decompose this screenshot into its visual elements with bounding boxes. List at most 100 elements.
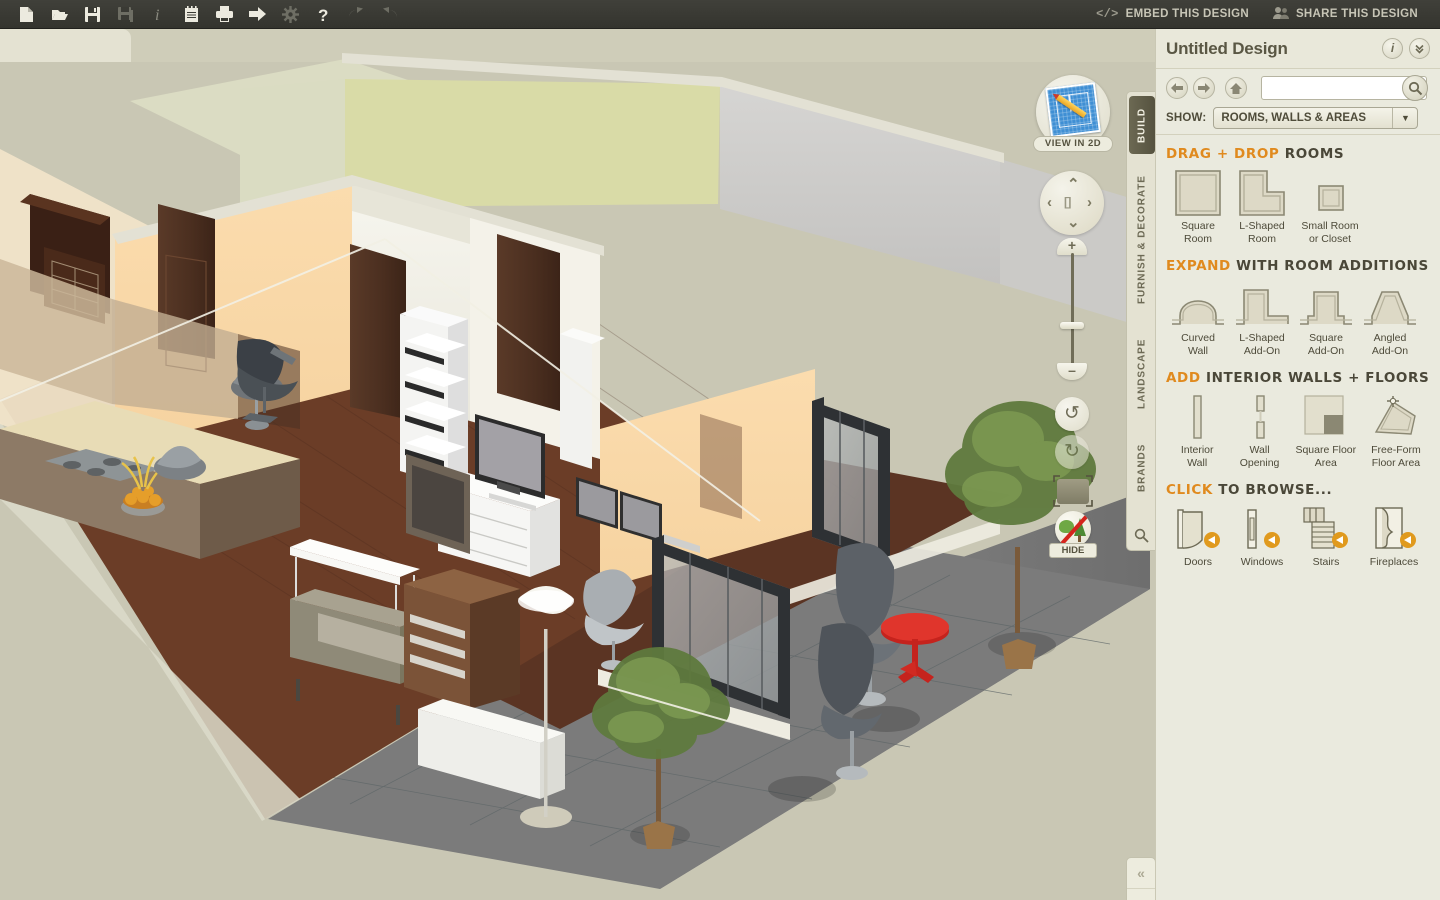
notes-icon[interactable] [175, 0, 208, 29]
rail-item-brands[interactable]: BRANDS [1129, 432, 1155, 504]
l-shaped-add-on-icon [1230, 282, 1294, 328]
info-icon[interactable]: i [142, 0, 175, 29]
settings-gear-icon[interactable] [274, 0, 307, 29]
stairs-icon [1294, 506, 1358, 552]
rail-item-build[interactable]: BUILD [1129, 96, 1155, 154]
tool-free-form-floor-area[interactable]: Free-Form Floor Area [1361, 394, 1431, 470]
tool-curved-wall[interactable]: Curved Wall [1166, 282, 1230, 358]
tool-caption-line1: Interior [1180, 444, 1214, 456]
panel-header-buttons: i [1382, 38, 1430, 59]
help-icon[interactable]: ? [307, 0, 340, 29]
tool-square-add-on[interactable]: Square Add-On [1294, 282, 1358, 358]
section-rest: INTERIOR WALLS + FLOORS [1205, 370, 1430, 386]
tool-caption-line1: Square [1309, 332, 1343, 344]
square-floor-area-icon [1291, 394, 1361, 440]
save-icon[interactable] [76, 0, 109, 29]
tool-caption-line1: Stairs [1312, 556, 1340, 568]
toolbar-icon-group: i ? [0, 0, 406, 29]
tool-caption-line1: Curved [1181, 332, 1215, 344]
embed-this-design-button[interactable]: </> EMBED THIS DESIGN [1084, 0, 1261, 29]
tool-wall-opening[interactable]: Wall Opening [1228, 394, 1290, 470]
new-document-icon[interactable] [10, 0, 43, 29]
tool-caption-line1: Windows [1240, 556, 1284, 568]
section-accent: DRAG + DROP [1166, 146, 1280, 162]
tool-l-shaped-add-on[interactable]: L-Shaped Add-On [1230, 282, 1294, 358]
design-title: Untitled Design [1166, 38, 1288, 58]
tool-caption-line2: Room [1247, 233, 1276, 245]
search-button[interactable] [1402, 75, 1428, 101]
zoom-handle[interactable] [1060, 322, 1084, 329]
print-icon[interactable] [208, 0, 241, 29]
snapshot-button[interactable] [1053, 475, 1093, 507]
open-folder-icon[interactable] [43, 0, 76, 29]
show-select[interactable]: ROOMS, WALLS & AREAS ▼ [1213, 107, 1419, 129]
view-in-2d-label[interactable]: VIEW IN 2D [1033, 136, 1113, 152]
rail-item-furnish-decorate[interactable]: FURNISH & DECORATE [1129, 164, 1155, 316]
top-toolbar: i ? </> EMBED THIS DESIGN SHARE THIS DES… [0, 0, 1440, 29]
rotate-left-button[interactable]: ↺ [1055, 397, 1089, 431]
nav-back-button[interactable] [1166, 77, 1188, 99]
zoom-out-button[interactable]: – [1057, 363, 1087, 380]
chevron-down-icon[interactable]: ▼ [1392, 108, 1417, 128]
tool-fireplaces[interactable]: Fireplaces [1358, 506, 1430, 569]
square-room-icon [1166, 170, 1230, 216]
tool-caption-line2: Area [1314, 457, 1337, 469]
tool-caption-line2: Wall [1187, 457, 1208, 469]
show-filter-row: SHOW: ROOMS, WALLS & AREAS ▼ [1166, 107, 1419, 129]
tool-small-room-or-closet[interactable]: Small Room or Closet [1294, 170, 1366, 246]
share-this-design-button[interactable]: SHARE THIS DESIGN [1261, 0, 1430, 29]
collapse-left-button[interactable]: « [1127, 858, 1155, 889]
tool-interior-wall[interactable]: Interior Wall [1166, 394, 1228, 470]
recenter-button[interactable]: [ ] [1064, 195, 1071, 209]
rail-item-landscape[interactable]: LANDSCAPE [1129, 324, 1155, 424]
section-items: Interior Wall Wall Opening Square Floor … [1166, 394, 1431, 470]
zoom-track[interactable] [1071, 253, 1074, 365]
section-items: Curved Wall L-Shaped Add-On Square Add-O… [1166, 282, 1431, 358]
section-items: Square Room L-Shaped Room Small Room or … [1166, 170, 1431, 246]
share-people-icon [1272, 6, 1289, 23]
rail-search-icon[interactable] [1134, 528, 1150, 544]
panel-collapse-controls: « » [1126, 857, 1155, 900]
tool-caption-line1: Wall [1249, 444, 1270, 456]
rotate-right-button[interactable]: ↻ [1055, 435, 1089, 469]
nav-forward-button[interactable] [1193, 77, 1215, 99]
save-as-icon[interactable] [109, 0, 142, 29]
panel-navigation: SHOW: ROOMS, WALLS & AREAS ▼ [1156, 69, 1440, 135]
undo-icon[interactable] [340, 0, 373, 29]
design-info-button[interactable]: i [1382, 38, 1403, 59]
section-accent: EXPAND [1166, 258, 1231, 274]
section-title: EXPAND WITH ROOM ADDITIONS [1166, 258, 1431, 274]
collapse-right-button[interactable]: » [1127, 889, 1155, 900]
tool-doors[interactable]: Doors [1166, 506, 1230, 569]
app-root: i ? </> EMBED THIS DESIGN SHARE THIS DES… [0, 0, 1440, 900]
tool-windows[interactable]: Windows [1230, 506, 1294, 569]
pan-down-button[interactable]: ⌄ [1067, 213, 1080, 231]
section-rest: WITH ROOM ADDITIONS [1236, 258, 1429, 274]
tool-caption-line1: Free-Form [1371, 444, 1421, 456]
pan-compass-control[interactable]: ⌃ ⌄ ‹ › [ ] [1040, 171, 1104, 235]
redo-icon[interactable] [373, 0, 406, 29]
tool-l-shaped-room[interactable]: L-Shaped Room [1230, 170, 1294, 246]
zoom-slider[interactable]: + – [1057, 238, 1087, 380]
export-icon[interactable] [241, 0, 274, 29]
embed-code-icon: </> [1096, 7, 1119, 21]
tool-angled-add-on[interactable]: Angled Add-On [1358, 282, 1422, 358]
section-accent: ADD [1166, 370, 1201, 386]
tool-stairs[interactable]: Stairs [1294, 506, 1358, 569]
pan-right-button[interactable]: › [1087, 194, 1092, 211]
panel-search[interactable] [1261, 75, 1428, 101]
tool-square-room[interactable]: Square Room [1166, 170, 1230, 246]
section-title: DRAG + DROP ROOMS [1166, 146, 1431, 162]
tool-square-floor-area[interactable]: Square Floor Area [1291, 394, 1361, 470]
design-canvas-3d[interactable]: VIEW IN 2D ⌃ ⌄ ‹ › [ ] + – ↺ ↻ HIDE « BU… [0, 29, 1155, 900]
panel-expand-button[interactable] [1409, 38, 1430, 59]
toggle-landscape-button[interactable] [1055, 511, 1091, 547]
pan-up-button[interactable]: ⌃ [1067, 175, 1080, 193]
hide-landscape-label[interactable]: HIDE [1049, 543, 1097, 558]
tool-caption-line1: L-Shaped [1239, 220, 1285, 232]
search-input[interactable] [1266, 79, 1394, 97]
nav-home-button[interactable] [1225, 77, 1247, 99]
section-expand-room-additions: EXPAND WITH ROOM ADDITIONS Curved Wall L… [1156, 248, 1440, 360]
pan-left-button[interactable]: ‹ [1047, 194, 1052, 211]
tool-caption-line1: Fireplaces [1369, 556, 1419, 568]
